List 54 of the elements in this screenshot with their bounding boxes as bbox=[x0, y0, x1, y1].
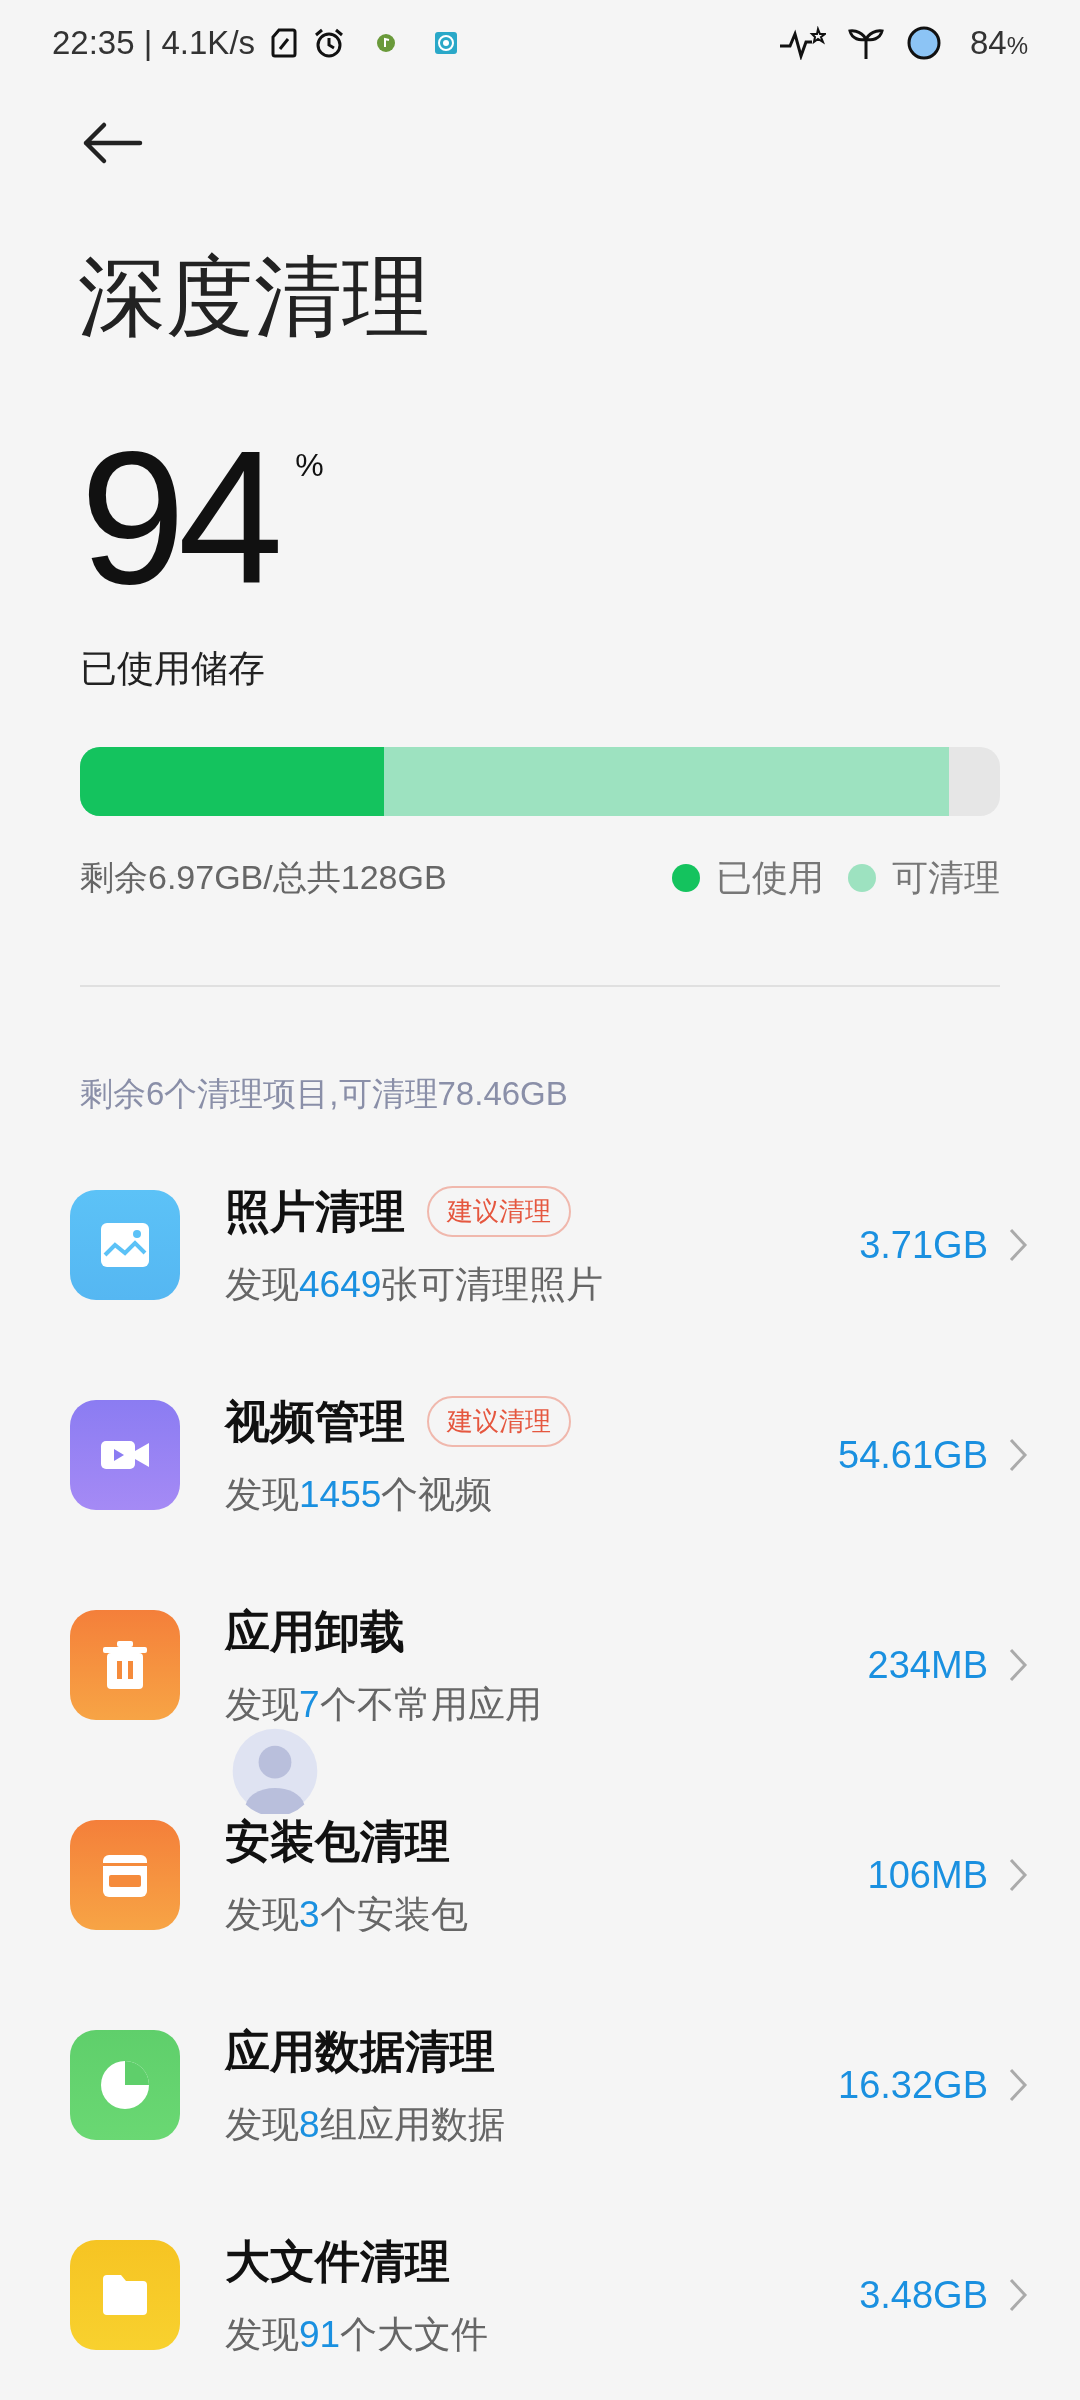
percent-unit: % bbox=[295, 446, 324, 486]
cleanup-item[interactable]: 应用数据清理 发现8组应用数据 16.32GB bbox=[0, 1980, 1080, 2190]
activity-icon bbox=[777, 26, 826, 61]
chevron-icon bbox=[1008, 1227, 1028, 1263]
legend-label: 可清理 bbox=[892, 855, 1000, 900]
item-description: 发现4649张可清理照片 bbox=[225, 1263, 605, 1307]
recommend-badge: 建议清理 bbox=[427, 1185, 571, 1237]
item-description: 发现1455个视频 bbox=[225, 1473, 494, 1517]
item-description: 发现3个安装包 bbox=[225, 1893, 469, 1937]
item-size: 54.61GB bbox=[838, 1432, 988, 1478]
cleanup-item[interactable]: 安装包清理 发现3个安装包 106MB bbox=[0, 1770, 1080, 1980]
item-size: 16.32GB bbox=[838, 2062, 988, 2108]
chevron-icon bbox=[1008, 2067, 1028, 2103]
item-title: 照片清理 bbox=[225, 1184, 405, 1239]
item-size: 106MB bbox=[867, 1852, 988, 1898]
item-title: 应用数据清理 bbox=[225, 2024, 495, 2079]
app-notification-icon bbox=[435, 32, 458, 55]
recommend-badge: 建议清理 bbox=[427, 1395, 571, 1447]
large-file-icon bbox=[70, 2240, 180, 2350]
chevron-icon bbox=[1008, 2277, 1028, 2313]
cleanup-item[interactable]: 视频管理 建议清理 发现1455个视频 54.61GB bbox=[0, 1350, 1080, 1560]
item-title: 应用卸载 bbox=[225, 1604, 405, 1659]
cleanup-item[interactable]: 应用卸载 发现7个不常用应用 234MB bbox=[0, 1560, 1080, 1770]
storage-remaining: 剩余6.97GB/总共128GB bbox=[80, 857, 447, 899]
cleanup-item[interactable]: 大文件清理 发现91个大文件 3.48GB bbox=[0, 2190, 1080, 2400]
page-title: 深度清理 bbox=[77, 253, 431, 342]
item-size: 3.48GB bbox=[859, 2272, 988, 2318]
video-icon bbox=[70, 1400, 180, 1510]
photo-icon bbox=[70, 1190, 180, 1300]
item-description: 发现7个不常用应用 bbox=[225, 1683, 543, 1727]
music-app-icon bbox=[377, 34, 396, 53]
item-title: 大文件清理 bbox=[225, 2234, 450, 2289]
cleanup-item[interactable]: 照片清理 建议清理 发现4649张可清理照片 3.71GB bbox=[0, 1140, 1080, 1350]
data-icon bbox=[70, 2030, 180, 2140]
uninstall-icon bbox=[70, 1610, 180, 1720]
circle-status-icon bbox=[905, 25, 942, 62]
item-title: 视频管理 bbox=[225, 1394, 405, 1449]
item-description: 发现8组应用数据 bbox=[225, 2103, 506, 2147]
chevron-icon bbox=[1008, 1647, 1028, 1683]
chevron-icon bbox=[1008, 1437, 1028, 1473]
storage-percent: 94 bbox=[80, 441, 276, 594]
item-description: 发现91个大文件 bbox=[225, 2313, 490, 2357]
battery-percent: 84% bbox=[969, 23, 1028, 64]
apk-icon bbox=[70, 1820, 180, 1930]
status-time: 22:35 | 4.1K/s bbox=[52, 23, 256, 64]
chevron-icon bbox=[1008, 1857, 1028, 1893]
item-title: 安装包清理 bbox=[225, 1814, 450, 1869]
sd-card-icon bbox=[271, 27, 298, 60]
storage-label: 已使用储存 bbox=[79, 647, 266, 692]
item-size: 3.71GB bbox=[859, 1222, 988, 1268]
alarm-icon bbox=[313, 27, 346, 60]
legend-label: 已使用 bbox=[716, 855, 824, 900]
cleanup-summary: 剩余6个清理项目,可清理78.46GB bbox=[79, 1073, 569, 1114]
item-size: 234MB bbox=[867, 1642, 988, 1688]
